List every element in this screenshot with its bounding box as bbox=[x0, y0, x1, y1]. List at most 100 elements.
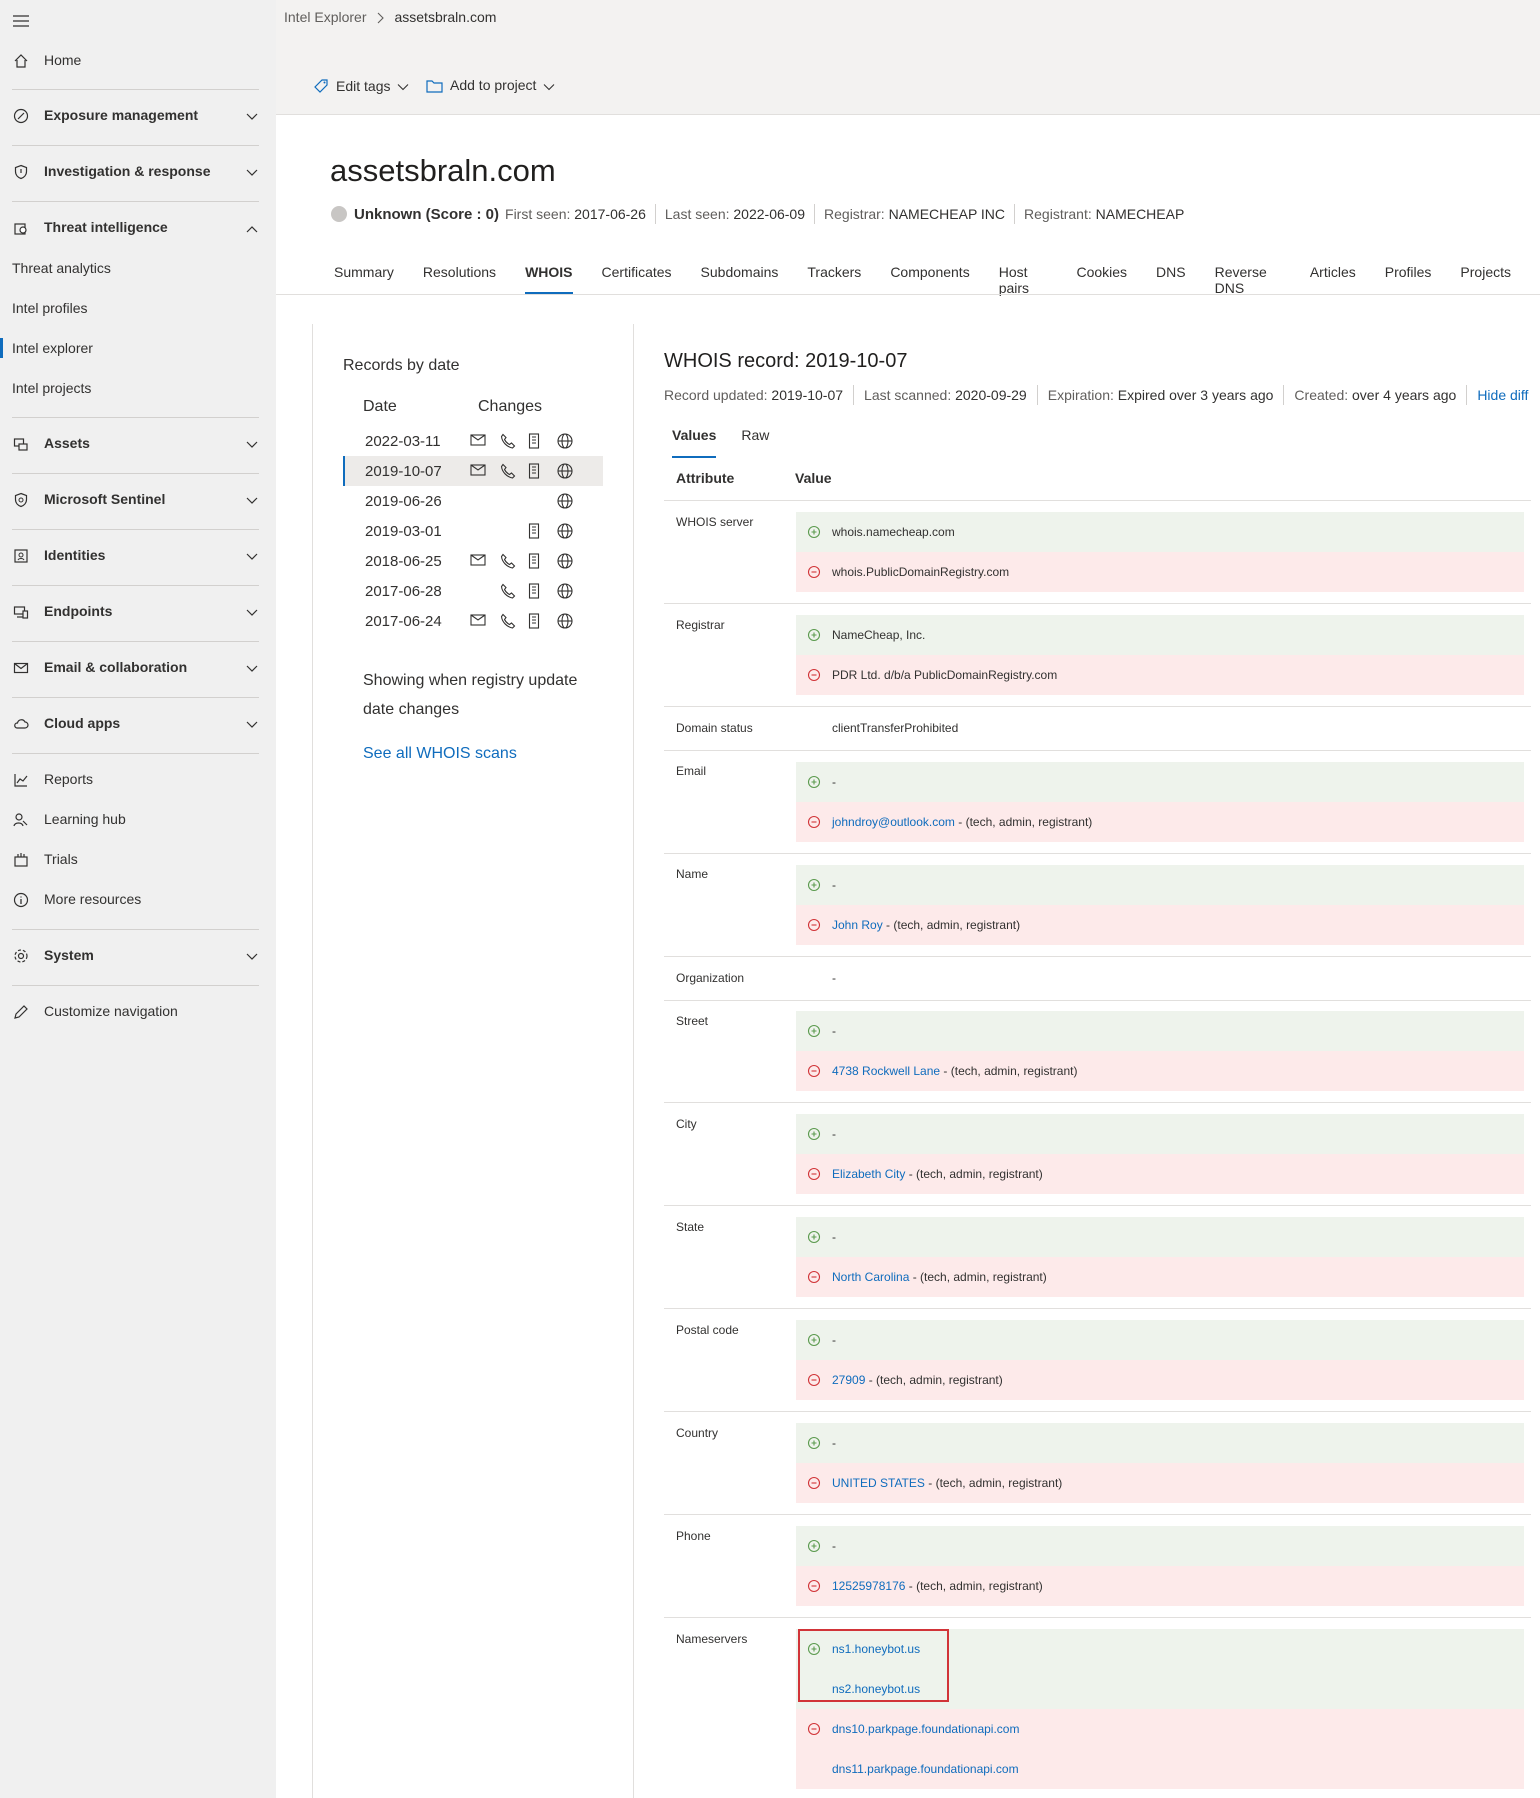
value-removed: Elizabeth City - (tech, admin, registran… bbox=[796, 1154, 1524, 1194]
divider bbox=[12, 201, 259, 202]
tab-reverse-dns[interactable]: Reverse DNS bbox=[1215, 264, 1281, 296]
globe-icon bbox=[557, 463, 573, 484]
nav-label: Threat intelligence bbox=[44, 219, 168, 235]
nav-more-resources[interactable]: More resources bbox=[0, 881, 276, 917]
nav-customize-navigation[interactable]: Customize navigation bbox=[0, 993, 276, 1029]
tab-host-pairs[interactable]: Host pairs bbox=[999, 264, 1048, 296]
add-to-project-button[interactable]: Add to project bbox=[426, 77, 555, 94]
name-link[interactable]: John Roy bbox=[832, 918, 883, 932]
record-row[interactable]: 2019-06-26 bbox=[343, 486, 603, 516]
nav-cloud-apps[interactable]: Cloud apps bbox=[0, 705, 276, 741]
divider bbox=[12, 145, 259, 146]
hide-diff-link[interactable]: Hide diff bbox=[1477, 387, 1528, 403]
nav-threat-intelligence[interactable]: Threat intelligence bbox=[0, 209, 276, 245]
nav-home[interactable]: Home bbox=[0, 42, 276, 78]
chevron-down-icon bbox=[245, 109, 259, 127]
globe-icon bbox=[557, 493, 573, 514]
nav-label: Microsoft Sentinel bbox=[44, 491, 166, 507]
nav-exposure-management[interactable]: Exposure management bbox=[0, 97, 276, 133]
nav-reports[interactable]: Reports bbox=[0, 761, 276, 797]
entity-tabs: Summary Resolutions WHOIS Certificates S… bbox=[334, 264, 1540, 296]
record-row[interactable]: 2022-03-11 bbox=[343, 426, 603, 456]
chevron-down-icon bbox=[245, 661, 259, 679]
record-date: 2017-06-28 bbox=[365, 582, 442, 600]
nav-endpoints[interactable]: Endpoints bbox=[0, 593, 276, 629]
nav-label: System bbox=[44, 947, 94, 963]
record-row-selected[interactable]: 2019-10-07 bbox=[343, 456, 603, 486]
city-link[interactable]: Elizabeth City bbox=[832, 1167, 905, 1181]
entity-metadata: Unknown (Score : 0) First seen: 2017-06-… bbox=[331, 204, 1184, 224]
country-link[interactable]: UNITED STATES bbox=[832, 1476, 925, 1490]
nav-intel-projects[interactable]: Intel projects bbox=[0, 370, 276, 406]
value-added: - bbox=[796, 1114, 1524, 1154]
nav-label: Customize navigation bbox=[44, 1003, 178, 1019]
tab-profiles[interactable]: Profiles bbox=[1385, 264, 1432, 294]
email-link[interactable]: johndroy@outlook.com bbox=[832, 815, 955, 829]
tab-values[interactable]: Values bbox=[672, 427, 717, 458]
nav-email-collaboration[interactable]: Email & collaboration bbox=[0, 649, 276, 685]
edit-tags-button[interactable]: Edit tags bbox=[313, 77, 409, 94]
record-row[interactable]: 2018-06-25 bbox=[343, 546, 603, 576]
nav-learning-hub[interactable]: Learning hub bbox=[0, 801, 276, 837]
record-date: 2019-03-01 bbox=[365, 522, 442, 540]
endpoint-icon bbox=[12, 603, 29, 620]
nav-intel-explorer[interactable]: Intel explorer bbox=[0, 330, 276, 366]
nameserver-link[interactable]: dns11.parkpage.foundationapi.com bbox=[832, 1762, 1019, 1776]
hamburger-menu-icon[interactable] bbox=[10, 10, 32, 32]
record-row[interactable]: 2017-06-24 bbox=[343, 606, 603, 636]
tab-certificates[interactable]: Certificates bbox=[602, 264, 672, 294]
nav-label: Endpoints bbox=[44, 603, 113, 619]
assets-icon bbox=[12, 435, 29, 452]
state-link[interactable]: North Carolina bbox=[832, 1270, 909, 1284]
pencil-icon bbox=[12, 1003, 29, 1020]
row-divider bbox=[664, 1308, 1531, 1309]
value-text: - bbox=[832, 775, 836, 789]
nameserver-link[interactable]: dns10.parkpage.foundationapi.com bbox=[832, 1722, 1019, 1736]
postal-link[interactable]: 27909 bbox=[832, 1373, 865, 1387]
gear-icon bbox=[12, 947, 29, 964]
nav-trials[interactable]: Trials bbox=[0, 841, 276, 877]
row-divider bbox=[664, 1205, 1531, 1206]
tab-whois[interactable]: WHOIS bbox=[525, 264, 573, 294]
minus-circle-icon bbox=[807, 1167, 821, 1184]
chevron-down-icon bbox=[245, 717, 259, 735]
see-all-whois-link[interactable]: See all WHOIS scans bbox=[363, 745, 517, 763]
chevron-down-icon bbox=[245, 437, 259, 455]
nav-identities[interactable]: Identities bbox=[0, 537, 276, 573]
nav-threat-analytics[interactable]: Threat analytics bbox=[0, 250, 276, 286]
nav-label: Email & collaboration bbox=[44, 659, 188, 675]
tab-dns[interactable]: DNS bbox=[1156, 264, 1186, 294]
tab-cookies[interactable]: Cookies bbox=[1076, 264, 1127, 294]
nav-intel-profiles[interactable]: Intel profiles bbox=[0, 290, 276, 326]
tab-components[interactable]: Components bbox=[890, 264, 969, 294]
tab-summary[interactable]: Summary bbox=[334, 264, 394, 294]
roles-text: - (tech, admin, registrant) bbox=[905, 1579, 1043, 1593]
phone-link[interactable]: 12525978176 bbox=[832, 1579, 905, 1593]
tab-raw[interactable]: Raw bbox=[741, 427, 769, 457]
mail-icon bbox=[470, 613, 486, 632]
tab-trackers[interactable]: Trackers bbox=[807, 264, 861, 294]
tab-articles[interactable]: Articles bbox=[1310, 264, 1356, 294]
nav-label: Cloud apps bbox=[44, 715, 121, 731]
nav-investigation-response[interactable]: Investigation & response bbox=[0, 153, 276, 189]
tab-resolutions[interactable]: Resolutions bbox=[423, 264, 496, 294]
record-row[interactable]: 2019-03-01 bbox=[343, 516, 603, 546]
col-value: Value bbox=[795, 470, 832, 486]
value-removed: 27909 - (tech, admin, registrant) bbox=[796, 1360, 1524, 1400]
nav-assets[interactable]: Assets bbox=[0, 425, 276, 461]
divider bbox=[12, 697, 259, 698]
record-row[interactable]: 2017-06-28 bbox=[343, 576, 603, 606]
reputation-status-icon bbox=[331, 206, 347, 222]
chevron-right-icon bbox=[376, 9, 385, 25]
street-link[interactable]: 4738 Rockwell Lane bbox=[832, 1064, 940, 1078]
breadcrumb-root[interactable]: Intel Explorer bbox=[284, 9, 366, 25]
chevron-down-icon bbox=[245, 165, 259, 183]
view-tabs: Values Raw bbox=[672, 427, 769, 458]
nav-system[interactable]: System bbox=[0, 937, 276, 973]
tab-subdomains[interactable]: Subdomains bbox=[701, 264, 779, 294]
phone-icon bbox=[500, 463, 516, 484]
nav-microsoft-sentinel[interactable]: Microsoft Sentinel bbox=[0, 481, 276, 517]
value-added: whois.namecheap.com bbox=[796, 512, 1524, 552]
tab-projects[interactable]: Projects bbox=[1460, 264, 1511, 294]
value-removed: UNITED STATES - (tech, admin, registrant… bbox=[796, 1463, 1524, 1503]
